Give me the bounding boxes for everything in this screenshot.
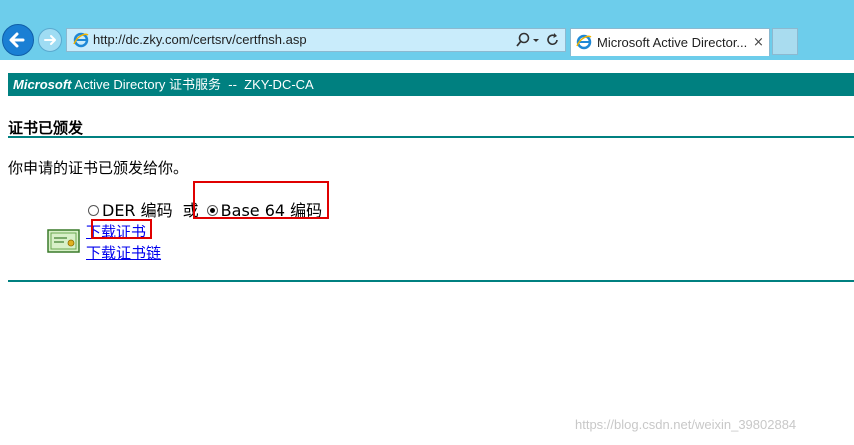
intro-text: 你申请的证书已颁发给你。 [8, 159, 189, 177]
ie-logo-icon [73, 32, 89, 48]
back-button[interactable] [2, 24, 34, 56]
tab-title: Microsoft Active Director... [597, 35, 748, 50]
url-text: http://dc.zky.com/certsrv/certfnsh.asp [93, 32, 307, 47]
tab-active[interactable]: Microsoft Active Director... × [570, 28, 770, 56]
back-arrow-icon [9, 32, 25, 48]
watermark: https://blog.csdn.net/weixin_39802884 [575, 417, 797, 432]
header-brand: Microsoft [13, 77, 72, 92]
highlight-box-download [91, 219, 152, 239]
download-chain-link[interactable]: 下载证书链 [86, 242, 161, 263]
page-title: 证书已颁发 [8, 119, 84, 137]
refresh-icon[interactable] [545, 31, 561, 49]
forward-arrow-icon [44, 35, 56, 45]
der-label: DER 编码 [102, 201, 173, 220]
forward-button[interactable] [38, 28, 62, 52]
highlight-box-base64 [193, 181, 329, 219]
divider [8, 136, 854, 138]
close-tab-icon[interactable]: × [753, 29, 764, 56]
dropdown-icon[interactable] [531, 31, 541, 49]
search-icon[interactable] [515, 31, 531, 49]
browser-chrome: http://dc.zky.com/certsrv/certfnsh.asp M… [0, 0, 854, 60]
new-tab-button[interactable] [772, 28, 798, 55]
divider-bottom [8, 280, 854, 282]
ca-header-bar: Microsoft Active Directory 证书服务 -- ZKY-D… [8, 73, 854, 96]
header-title: Active Directory 证书服务 -- ZKY-DC-CA [71, 77, 314, 92]
ie-logo-icon [576, 34, 592, 50]
address-bar[interactable]: http://dc.zky.com/certsrv/certfnsh.asp [66, 28, 566, 52]
der-option[interactable]: DER 编码 [88, 201, 173, 220]
certificate-icon [47, 229, 80, 253]
der-radio[interactable] [88, 205, 99, 216]
